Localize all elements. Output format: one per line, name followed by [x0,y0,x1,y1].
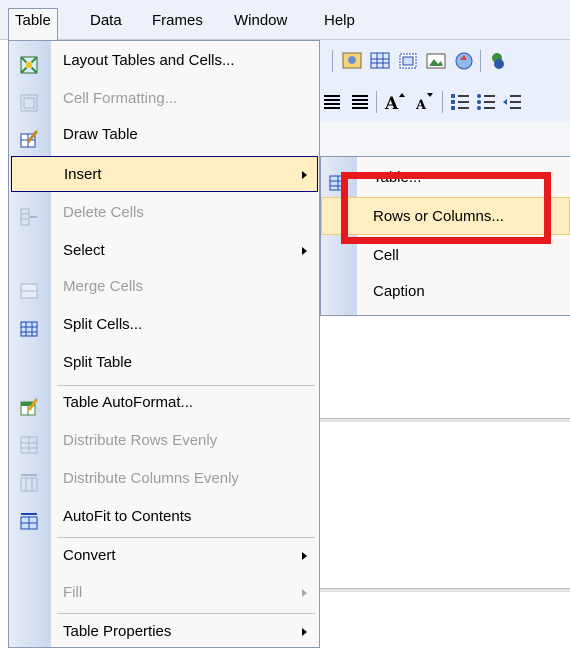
distribute-columns-icon [20,470,38,492]
submenu-item-caption[interactable]: Caption [321,273,570,311]
submenu-arrow-icon [302,628,307,636]
justify-icon[interactable] [350,92,370,112]
svg-text:A: A [415,98,427,112]
menu-item-distribute-columns-evenly[interactable]: Distribute Columns Evenly [9,461,319,497]
insert-table-toolbar-icon[interactable] [370,51,390,71]
decrease-font-size-icon[interactable]: A [414,92,434,113]
menu-item-layout-tables-and-cells[interactable]: Layout Tables and Cells... [9,43,319,79]
toolbar-separator [332,50,333,72]
menu-help[interactable]: Help [318,9,361,33]
bulleted-list-icon[interactable] [476,92,496,112]
menu-item-table-properties[interactable]: Table Properties [9,614,319,650]
submenu-arrow-icon [302,247,307,255]
layout-table-icon [20,52,38,74]
insert-image-icon[interactable] [342,51,362,71]
ruler-strip [320,122,570,159]
hyperlink-icon[interactable] [488,51,508,71]
table-autoformat-icon [20,394,39,416]
merge-cells-icon [20,278,38,299]
standard-toolbar [320,40,570,83]
insert-picture-icon[interactable] [426,51,446,71]
insert-web-component-icon[interactable] [454,51,474,71]
menu-item-split-table[interactable]: Split Table [9,345,319,381]
menu-item-merge-cells[interactable]: Merge Cells [9,269,319,305]
split-cells-icon [20,316,38,337]
submenu-arrow-icon [302,171,307,179]
menu-item-distribute-rows-evenly[interactable]: Distribute Rows Evenly [9,423,319,459]
autofit-icon [20,508,38,530]
increase-font-size-icon[interactable]: A [384,92,405,114]
distribute-rows-icon [20,432,38,454]
document-rule [320,588,570,592]
menu-item-table-autoformat[interactable]: Table AutoFormat... [9,385,319,421]
menu-window[interactable]: Window [228,9,293,33]
menu-table[interactable]: Table [8,8,58,41]
menu-item-convert[interactable]: Convert [9,538,319,574]
insert-layer-icon[interactable] [398,51,418,71]
cell-formatting-icon [20,90,38,112]
align-right-icon[interactable] [322,92,342,112]
toolbar-separator [480,50,481,72]
formatting-toolbar: A A [320,82,570,123]
decrease-indent-icon[interactable] [502,92,522,112]
menu-item-autofit-to-contents[interactable]: AutoFit to Contents [9,499,319,535]
menu-frames[interactable]: Frames [146,9,209,33]
menu-item-select[interactable]: Select [9,233,319,269]
menu-item-delete-cells[interactable]: Delete Cells [9,195,319,231]
draw-table-icon [20,126,39,148]
menu-item-insert[interactable]: Insert [11,156,318,192]
numbered-list-icon[interactable] [450,92,470,112]
submenu-arrow-icon [302,552,307,560]
menu-item-cell-formatting[interactable]: Cell Formatting... [9,81,319,117]
menu-data[interactable]: Data [84,9,128,33]
menu-item-split-cells[interactable]: Split Cells... [9,307,319,343]
submenu-arrow-icon [302,589,307,597]
svg-text:A: A [384,94,399,112]
table-menu: Layout Tables and Cells... Cell Formatti… [8,40,320,648]
delete-cells-icon [20,204,38,226]
document-rule [320,418,570,422]
menu-item-fill[interactable]: Fill [9,575,319,611]
toolbar-separator [376,91,377,113]
menu-bar: Table Data Frames Window Help [0,0,570,41]
annotation-highlight-box [341,172,551,244]
menu-item-draw-table[interactable]: Draw Table [9,117,319,153]
toolbar-separator [442,91,443,113]
